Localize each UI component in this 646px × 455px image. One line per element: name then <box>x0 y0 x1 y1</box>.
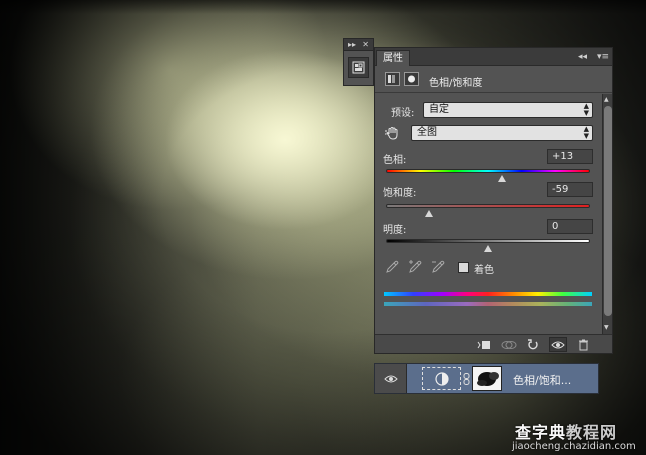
channel-value: 全图 <box>417 127 437 138</box>
preset-select[interactable]: 自定 ▲ ▼ <box>423 102 593 118</box>
expand-panels-icon[interactable]: ▸▸ <box>348 40 356 49</box>
view-previous-icon <box>501 340 517 349</box>
properties-tool-button[interactable] <box>348 57 369 78</box>
layer-mask-thumbnail[interactable] <box>472 366 502 391</box>
view-previous-button[interactable] <box>500 337 518 352</box>
adjustment-layer-icon <box>434 371 449 386</box>
lightness-slider-thumb[interactable] <box>484 245 492 252</box>
visibility-icon <box>551 341 565 348</box>
source-color-bar <box>384 292 592 296</box>
reset-icon <box>528 338 538 349</box>
properties-icon <box>352 61 365 74</box>
targeted-adjustment-hand-icon[interactable] <box>385 125 401 141</box>
adjusted-color-bar <box>384 302 592 306</box>
watermark-main: 查字典教程网 <box>515 419 617 443</box>
panel-tabbar: 属性 ◂◂ ▾≡ <box>375 48 612 66</box>
delete-button[interactable] <box>574 337 592 352</box>
panel-footer <box>375 334 612 353</box>
panel-menu-icon[interactable]: ▾≡ <box>597 51 609 63</box>
adjustment-layer-thumbnail[interactable] <box>422 367 461 390</box>
collapse-panel-icon[interactable]: ◂◂ <box>578 51 587 63</box>
scrollbar-thumb[interactable] <box>604 106 612 316</box>
hue-label: 色相: <box>383 155 407 166</box>
panel-header: 色相/饱和度 <box>375 67 612 93</box>
reset-button[interactable] <box>524 337 542 352</box>
eye-icon <box>383 375 398 382</box>
mask-circle-icon <box>408 75 415 83</box>
channel-select[interactable]: 全图 ▲ ▼ <box>411 125 593 141</box>
colorize-label: 着色 <box>474 265 494 276</box>
collapsed-panel-dock: ▸▸ ✕ <box>343 38 374 86</box>
layer-visibility-toggle[interactable] <box>375 364 407 393</box>
panel-scrollbar[interactable]: ▲ ▼ <box>602 94 612 334</box>
preset-value: 自定 <box>429 104 449 115</box>
scroll-down-icon[interactable]: ▼ <box>604 324 609 331</box>
mask-preview <box>477 372 499 386</box>
clip-to-layer-button[interactable] <box>475 337 493 352</box>
layer-row[interactable]: 色相/饱和... <box>374 363 599 394</box>
select-arrows-icon: ▲ ▼ <box>583 125 589 140</box>
mask-icon[interactable] <box>404 72 419 86</box>
saturation-input[interactable]: -59 <box>547 182 593 197</box>
panel-title: 色相/饱和度 <box>429 78 483 89</box>
chain-link-icon[interactable] <box>463 373 470 385</box>
watermark-url: jiaocheng.chazidian.com <box>512 441 636 452</box>
watermark-main-black: 查字典 <box>515 423 567 442</box>
watermark-main-gray: 教程网 <box>566 423 618 442</box>
eyedropper-icon[interactable] <box>385 260 399 274</box>
hue-input[interactable]: +13 <box>547 149 593 164</box>
saturation-slider-track[interactable] <box>386 204 590 208</box>
delete-icon <box>578 339 588 350</box>
colorize-checkbox[interactable] <box>458 262 469 273</box>
lightness-input[interactable]: 0 <box>547 219 593 234</box>
lightness-label: 明度: <box>383 225 407 236</box>
clip-to-layer-icon <box>477 340 490 349</box>
hue-slider-track[interactable] <box>386 169 590 173</box>
panel-content: 预设: 自定 ▲▼ 全图 ▲▼ 色相: +13 饱和度: -59 明度: 0 <box>375 94 601 334</box>
select-arrows-icon: ▲ ▼ <box>583 102 589 117</box>
scroll-up-icon[interactable]: ▲ <box>604 96 609 103</box>
saturation-slider-thumb[interactable] <box>424 210 433 217</box>
adjustment-icon[interactable] <box>385 72 400 86</box>
visibility-button[interactable] <box>549 337 567 352</box>
hue-slider-thumb[interactable] <box>498 175 507 182</box>
hue-saturation-icon <box>388 75 395 83</box>
properties-panel: 属性 ◂◂ ▾≡ 色相/饱和度 预设: 自定 ▲ ▼ 全图 ▲ ▼ 色相: +1… <box>374 47 613 354</box>
close-dock-icon[interactable]: ✕ <box>362 40 369 49</box>
dock-bar: ▸▸ ✕ <box>344 39 373 51</box>
saturation-label: 饱和度: <box>383 188 417 199</box>
eyedropper-subtract-icon[interactable] <box>431 260 445 274</box>
tab-properties[interactable]: 属性 <box>376 50 410 66</box>
preset-label: 预设: <box>391 108 415 119</box>
site-watermark: 查字典教程网 jiaocheng.chazidian.com <box>512 419 642 455</box>
eyedropper-add-icon[interactable] <box>408 260 422 274</box>
layer-name[interactable]: 色相/饱和... <box>513 372 571 388</box>
lightness-slider-track[interactable] <box>386 239 590 243</box>
